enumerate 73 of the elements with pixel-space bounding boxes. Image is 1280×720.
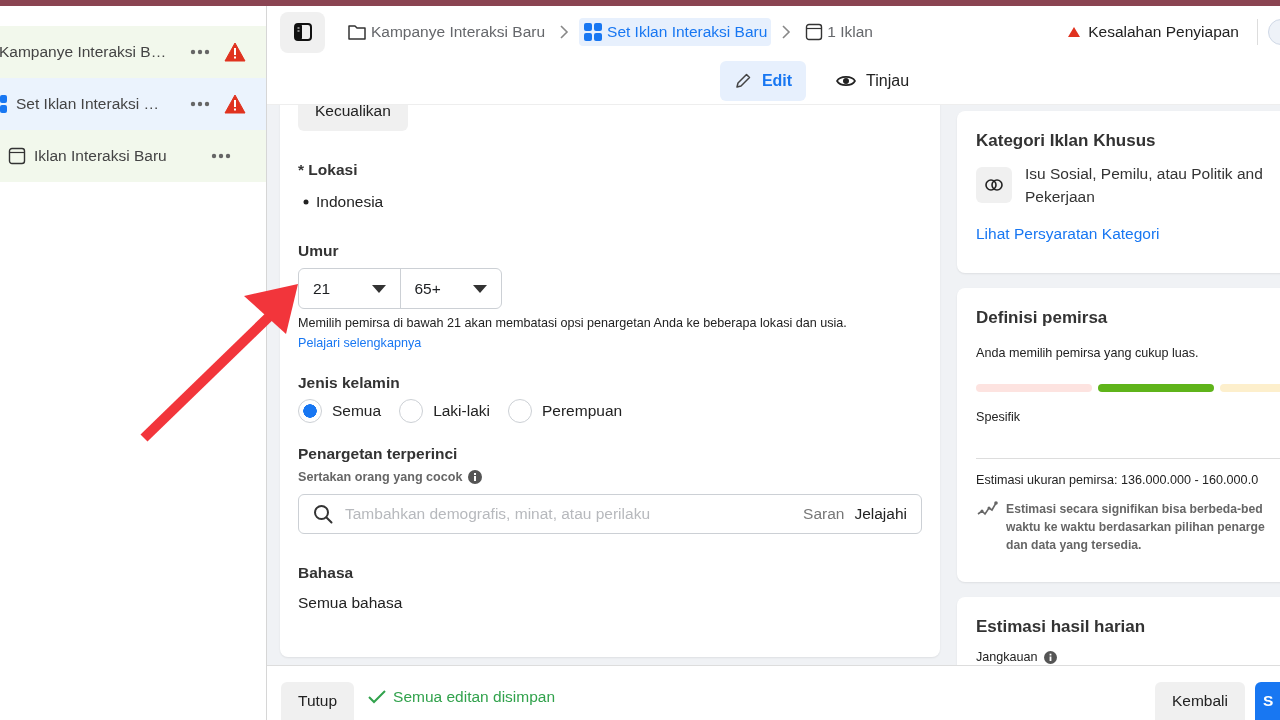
more-icon[interactable] [190, 49, 210, 55]
search-action-link[interactable]: Saran [803, 505, 845, 523]
search-action-link[interactable]: Jelajahi [854, 505, 907, 523]
age-dropdown[interactable]: 21 [299, 269, 400, 308]
audience-size: Estimasi ukuran pemirsa: 136.000.000 - 160.000.0 [976, 472, 1260, 489]
card-title: Estimasi hasil harian [976, 616, 1147, 638]
metric-label: Jangkauan [976, 649, 1038, 665]
card-title: Kategori Iklan Khusus [976, 130, 1157, 152]
caret-down-icon [473, 284, 487, 293]
sidebar-item[interactable]: Kampanye Interaksi B… [0, 26, 266, 78]
exclude-button[interactable]: Kecualikan [298, 105, 408, 131]
eye-icon [836, 74, 857, 88]
radio-button[interactable] [298, 399, 322, 423]
field-label: Jenis kelamin [298, 373, 401, 393]
chevron-right-icon [559, 25, 570, 39]
more-icon[interactable] [190, 101, 210, 107]
radio-button[interactable] [399, 399, 424, 423]
item-label: Set Iklan Interaksi … [16, 95, 160, 113]
category-link[interactable]: Lihat Persyaratan Kategori [976, 225, 1160, 243]
radio-label: Laki-laki [433, 402, 490, 420]
help-text: Memilih pemirsa di bawah 21 akan membatasi opsi penargetan Anda ke beberapa lokasi dan usia. [298, 315, 848, 332]
search-icon [313, 504, 333, 524]
pencil-icon [733, 72, 752, 90]
mode-tab[interactable]: Tinjau [822, 61, 924, 101]
field-label: Umur [298, 241, 340, 261]
category-text: Isu Sosial, Pemilu, atau Politik and Pekerjaan [1025, 164, 1264, 207]
sidebar-panel-icon [292, 22, 313, 42]
estimate-note-line: dan data yang tersedia. [1006, 537, 1143, 554]
audience-summary: Anda memilih pemirsa yang cukup luas. [976, 345, 1200, 362]
sidebar-toggle-button[interactable] [280, 11, 325, 53]
age-dropdown[interactable]: 65+ [399, 269, 501, 308]
breadcrumb-link[interactable]: Set Iklan Interaksi Baru [579, 18, 772, 46]
folder-icon [347, 23, 367, 41]
ad-frame-icon [805, 23, 824, 41]
next-button[interactable]: S [1255, 682, 1280, 720]
rings-icon [976, 167, 1012, 203]
search-field[interactable]: Tambahkan demografis, minat, atau perilaku Saran Jelajahi [298, 494, 922, 534]
estimate-note-line: waktu ke waktu berdasarkan pilihan penarge [1006, 519, 1265, 536]
grid-icon [583, 22, 604, 42]
check-icon [368, 690, 387, 704]
trend-line-icon [976, 500, 998, 518]
bullet-icon [303, 199, 309, 205]
field-label: * Lokasi [298, 160, 359, 180]
back-button[interactable]: Kembali [1155, 682, 1245, 720]
close-button[interactable]: Tutup [281, 682, 355, 720]
chevron-right-icon [781, 25, 792, 39]
mode-tab[interactable]: Edit [719, 61, 807, 101]
error-triangle-icon [1068, 27, 1081, 37]
grid-icon [0, 94, 8, 114]
learn-more-link[interactable]: Pelajari selengkapnya [298, 334, 422, 353]
item-label: Iklan Interaksi Baru [34, 147, 168, 165]
field-label: Bahasa [298, 563, 355, 583]
field-label: Penargetan terperinci [298, 444, 459, 464]
item-label: Kampanye Interaksi B… [0, 43, 168, 61]
info-icon [468, 470, 483, 484]
saved-status: Semua editan disimpan [393, 688, 556, 706]
more-icon[interactable] [211, 153, 231, 159]
sidebar-item[interactable]: Set Iklan Interaksi … [0, 78, 266, 130]
status-text: Kesalahan Penyiapan [1088, 23, 1239, 41]
radio-button[interactable] [508, 399, 532, 423]
location-value: Indonesia [316, 192, 384, 212]
card-title: Definisi pemirsa [976, 307, 1109, 329]
radio-label: Perempuan [542, 402, 623, 420]
radio-label: Semua [332, 402, 382, 420]
estimate-note-line: Estimasi secara signifikan bisa berbeda-bed [1006, 501, 1264, 518]
caret-down-icon [371, 284, 386, 293]
breadcrumb-link[interactable]: 1 Iklan [801, 19, 877, 45]
sidebar-item[interactable]: Iklan Interaksi Baru [0, 130, 266, 182]
breadcrumb-link[interactable]: Kampanye Interaksi Baru [343, 19, 550, 45]
field-sublabel: Sertakan orang yang cocok [298, 470, 463, 484]
meter-label: Spesifik [976, 409, 1022, 426]
language-value: Semua bahasa [298, 593, 404, 613]
ad-frame-icon [8, 147, 26, 165]
